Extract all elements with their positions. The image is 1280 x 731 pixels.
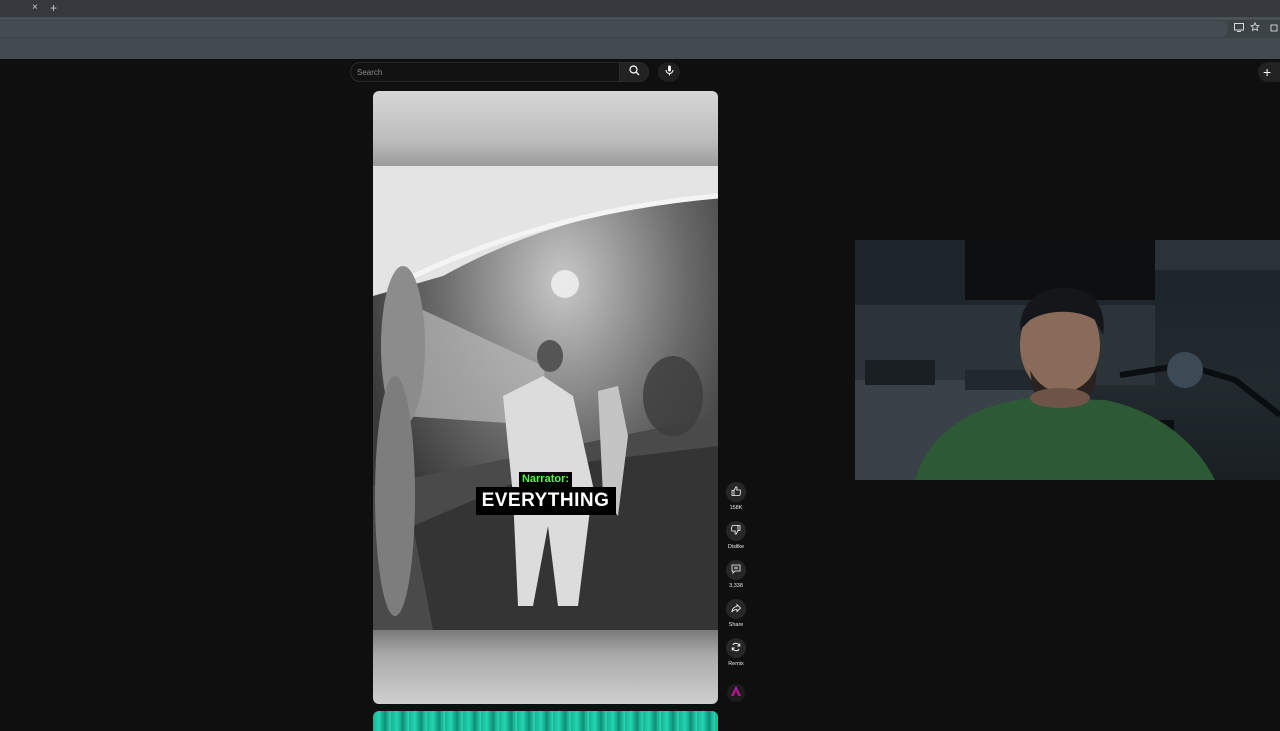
search-input[interactable] (357, 65, 612, 79)
webcam-feed (855, 240, 1280, 480)
extensions-icon[interactable] (1268, 22, 1280, 36)
caption-speaker: Narrator: (518, 472, 573, 487)
caption-text: EVERYTHING (475, 487, 616, 515)
dislike-label: Dislike (727, 544, 745, 550)
sound-avatar[interactable] (727, 684, 745, 702)
caption: Narrator: EVERYTHING (373, 469, 718, 515)
tab-strip: × + (0, 0, 1280, 17)
omnibox[interactable] (0, 21, 1228, 37)
thumbs-down-icon (730, 522, 741, 540)
shorts-video-player[interactable]: Narrator: EVERYTHING (373, 91, 718, 704)
plus-icon: + (1263, 64, 1272, 80)
voice-search-button[interactable] (658, 62, 680, 82)
like-count: 158K (729, 505, 743, 511)
like-action[interactable]: 158K (724, 482, 748, 512)
comment-icon (731, 561, 741, 579)
mic-icon (665, 63, 674, 81)
like-button[interactable] (726, 482, 746, 502)
next-short-preview[interactable] (373, 711, 718, 731)
share-label: Share (728, 622, 744, 628)
create-button[interactable]: + (1258, 62, 1280, 82)
webcam-overlay (855, 240, 1280, 480)
search-box[interactable] (350, 62, 620, 82)
search-icon (628, 63, 640, 81)
share-button[interactable] (726, 599, 746, 619)
dislike-action[interactable]: Dislike (724, 521, 748, 551)
remix-label: Remix (728, 661, 744, 667)
video-frame (373, 166, 718, 630)
cast-icon[interactable] (1232, 22, 1246, 36)
tab-close-button[interactable]: × (32, 2, 38, 14)
comments-action[interactable]: 3,338 (724, 560, 748, 590)
comments-button[interactable] (726, 560, 746, 580)
share-action[interactable]: Share (724, 599, 748, 629)
remix-icon (731, 639, 741, 657)
comment-count: 3,338 (729, 583, 743, 589)
remix-action[interactable]: Remix (724, 638, 748, 668)
dislike-button[interactable] (726, 521, 746, 541)
remix-button[interactable] (726, 638, 746, 658)
channel-logo-icon (729, 684, 743, 703)
new-tab-button[interactable]: + (50, 1, 57, 15)
bookmarks-bar (0, 38, 1280, 59)
bookmark-star-icon[interactable] (1248, 21, 1262, 36)
share-icon (731, 600, 742, 618)
thumbs-up-icon (731, 483, 742, 501)
search-button[interactable] (619, 62, 649, 82)
